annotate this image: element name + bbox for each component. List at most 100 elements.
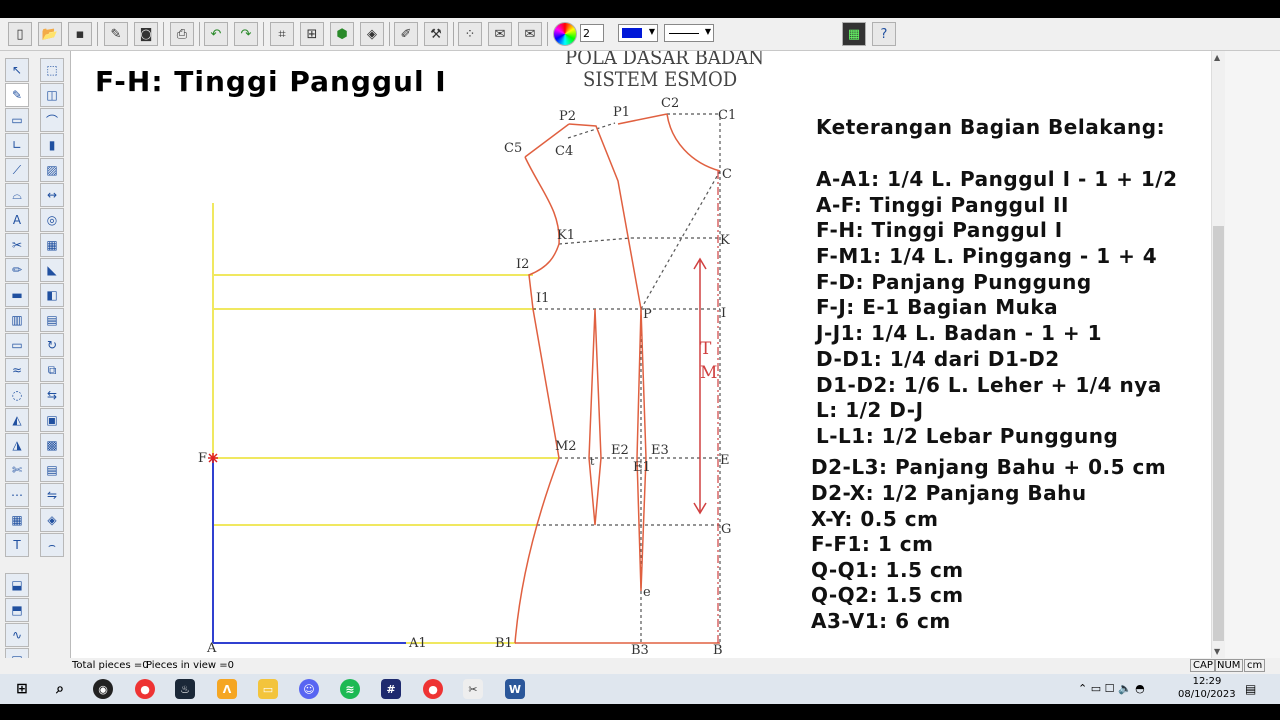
vertical-scrollbar[interactable]: ▲ ▼ <box>1211 51 1226 658</box>
brush-icon[interactable]: ✐ <box>394 22 418 46</box>
point-c2: C2 <box>661 96 680 111</box>
dart-icon[interactable]: ◮ <box>5 433 29 457</box>
drop-icon[interactable]: ◈ <box>40 508 64 532</box>
clock-time[interactable]: 12:29 <box>1182 676 1232 687</box>
right-panel <box>1225 51 1280 658</box>
media-app-icon[interactable]: ◉ <box>93 679 113 699</box>
stitch-icon[interactable]: ⋯ <box>5 483 29 507</box>
bag-icon[interactable]: ▩ <box>40 433 64 457</box>
legend-line: F-D: Panjang Punggung <box>816 270 1092 294</box>
f-marker <box>208 453 218 463</box>
text-icon[interactable]: T <box>5 533 29 557</box>
curve-icon[interactable]: ⌒ <box>40 108 64 132</box>
discord-icon[interactable]: ☺ <box>299 679 319 699</box>
color-dropdown[interactable]: ▼ <box>618 24 658 42</box>
spotify-icon[interactable]: ≋ <box>340 679 360 699</box>
cut-icon[interactable]: ✄ <box>5 458 29 482</box>
scroll-down-icon[interactable]: ▼ <box>1214 647 1220 656</box>
measure-icon[interactable]: ↔ <box>40 183 64 207</box>
line-tool-icon[interactable]: ⟋ <box>5 158 29 182</box>
film-icon[interactable]: ▦ <box>842 22 866 46</box>
chrome-2-icon[interactable]: ● <box>423 679 443 699</box>
steam-icon[interactable]: ♨ <box>175 679 195 699</box>
file-explorer-icon[interactable]: ▭ <box>258 679 278 699</box>
pattern-app-icon[interactable]: ✂ <box>463 679 483 699</box>
tray-icons[interactable]: ⌃ ▭ ☐ 🔈 ◓ <box>1078 682 1145 695</box>
eraser-icon[interactable]: ✎ <box>104 22 128 46</box>
legend-line: F-M1: 1/4 L. Pinggang - 1 + 4 <box>816 244 1158 268</box>
doc-icon[interactable]: ▤ <box>40 458 64 482</box>
layout-icon[interactable]: ▤ <box>40 308 64 332</box>
redo-icon[interactable]: ↷ <box>234 22 258 46</box>
shape-tool-icon[interactable]: ◫ <box>40 83 64 107</box>
piece-icon[interactable]: ▬ <box>5 283 29 307</box>
point-i2: I2 <box>516 257 530 272</box>
print-icon[interactable]: ⎙ <box>170 22 194 46</box>
fill-icon[interactable]: ◈ <box>360 22 384 46</box>
rotate-icon[interactable]: ↻ <box>40 333 64 357</box>
import-icon[interactable]: ⬓ <box>5 573 29 597</box>
mail-2-icon[interactable]: ✉ <box>518 22 542 46</box>
open-icon[interactable]: 📂 <box>38 22 62 46</box>
app-hash-icon[interactable]: # <box>381 679 401 699</box>
pencil-icon[interactable]: ✎ <box>5 83 29 107</box>
frame-icon[interactable]: ▣ <box>40 408 64 432</box>
undo-icon[interactable]: ↶ <box>204 22 228 46</box>
grid-2-icon[interactable]: ⊞ <box>300 22 324 46</box>
save-icon[interactable]: ▪ <box>68 22 92 46</box>
point-i: I <box>721 306 727 321</box>
app-a-icon[interactable]: Λ <box>217 679 237 699</box>
car-icon[interactable]: ⌓ <box>5 183 29 207</box>
flip-icon[interactable]: ⇋ <box>40 483 64 507</box>
corner-icon[interactable]: ◣ <box>40 258 64 282</box>
wave-icon[interactable]: ≈ <box>5 358 29 382</box>
clock-date[interactable]: 08/10/2023 <box>1178 689 1236 700</box>
folder-tool-icon[interactable]: ▭ <box>5 333 29 357</box>
rectangle-icon[interactable]: ▭ <box>5 108 29 132</box>
text-a-icon[interactable]: A <box>5 208 29 232</box>
spiral-icon[interactable]: ◌ <box>5 383 29 407</box>
chrome-icon[interactable]: ● <box>135 679 155 699</box>
ruler-icon[interactable]: ▮ <box>40 133 64 157</box>
scissors-icon[interactable]: ✂ <box>5 233 29 257</box>
word-icon[interactable]: W <box>505 679 525 699</box>
color-wheel-icon[interactable] <box>553 22 577 46</box>
shape-icon[interactable]: ⬢ <box>330 22 354 46</box>
new-icon[interactable]: ▯ <box>8 22 32 46</box>
curve-edit-icon[interactable]: ∿ <box>5 623 29 647</box>
points-icon[interactable]: ⁘ <box>458 22 482 46</box>
select-box-icon[interactable]: ⬚ <box>40 58 64 82</box>
tm-arrow <box>693 257 707 515</box>
angle-icon[interactable]: ∟ <box>5 133 29 157</box>
hem-icon[interactable]: ⌢ <box>40 533 64 557</box>
point-e1: E1 <box>633 460 651 475</box>
fold-icon[interactable]: ◭ <box>5 408 29 432</box>
scroll-up-icon[interactable]: ▲ <box>1214 53 1220 62</box>
windows-start-icon[interactable]: ⊞ <box>12 679 32 699</box>
bars-icon[interactable]: ▥ <box>5 308 29 332</box>
search-icon[interactable]: ⌕ <box>50 679 70 699</box>
target-icon[interactable]: ◎ <box>40 208 64 232</box>
point-m2: M2 <box>555 439 577 454</box>
select-arrow-icon[interactable]: ↖ <box>5 58 29 82</box>
export-icon[interactable]: ⬒ <box>5 598 29 622</box>
pen-icon[interactable]: ✏ <box>5 258 29 282</box>
line-style-dropdown[interactable]: ▼ <box>664 24 714 42</box>
grid-icon[interactable]: ⌗ <box>270 22 294 46</box>
help-icon[interactable]: ? <box>872 22 896 46</box>
grid-tool-icon[interactable]: ▦ <box>40 233 64 257</box>
drawing-canvas[interactable]: F-H: Tinggi Panggul I POLA DASAR BADAN S… <box>71 51 1211 658</box>
image-icon[interactable]: ▨ <box>40 158 64 182</box>
mail-icon[interactable]: ✉ <box>488 22 512 46</box>
tool-icon[interactable]: ⚒ <box>424 22 448 46</box>
camera-icon[interactable]: ◙ <box>134 22 158 46</box>
legend-line: L: 1/2 D-J <box>816 398 924 422</box>
split-icon[interactable]: ⇆ <box>40 383 64 407</box>
color-index-input[interactable]: 2 <box>580 24 604 42</box>
scroll-thumb[interactable] <box>1213 226 1224 641</box>
point-p1: P1 <box>613 105 631 120</box>
machine-icon[interactable]: ◧ <box>40 283 64 307</box>
pleat-icon[interactable]: ▦ <box>5 508 29 532</box>
group-icon[interactable]: ⧉ <box>40 358 64 382</box>
notification-icon[interactable]: ▤ <box>1245 682 1256 696</box>
